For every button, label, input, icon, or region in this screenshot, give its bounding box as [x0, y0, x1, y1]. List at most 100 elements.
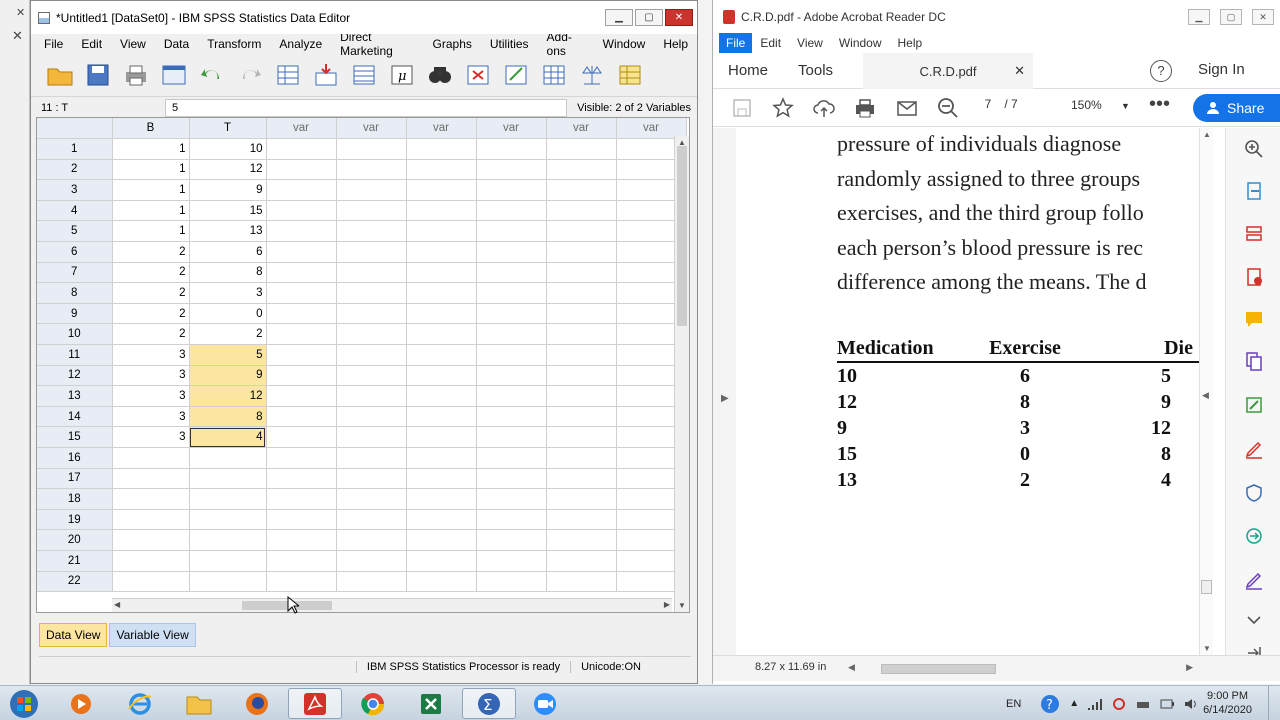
cell-B[interactable]: 1	[112, 179, 190, 201]
menu-file[interactable]: File	[35, 37, 72, 51]
row-number[interactable]: 7	[37, 262, 113, 284]
cell-empty[interactable]	[546, 282, 617, 304]
cell-B[interactable]	[112, 488, 190, 510]
page-number-input[interactable]: 7	[975, 97, 1001, 111]
cell-T[interactable]: 0	[189, 303, 267, 325]
scroll-right-icon[interactable]: ▶	[1186, 662, 1193, 673]
cell-empty[interactable]	[476, 426, 547, 448]
export-pdf-icon[interactable]	[1243, 180, 1265, 202]
cell-empty[interactable]	[266, 529, 337, 551]
cell-T[interactable]: 15	[189, 200, 267, 222]
cell-empty[interactable]	[266, 323, 337, 346]
cell-empty[interactable]	[266, 200, 337, 222]
scroll-down-icon[interactable]: ▼	[678, 601, 686, 610]
cell-empty[interactable]	[476, 179, 547, 201]
cell-empty[interactable]	[266, 571, 337, 593]
cell-T[interactable]: 8	[189, 406, 267, 428]
cell-empty[interactable]	[336, 509, 407, 531]
cell-empty[interactable]	[336, 262, 407, 284]
row-number[interactable]: 16	[37, 447, 113, 469]
cell-empty[interactable]	[266, 303, 337, 325]
cell-empty[interactable]	[406, 241, 477, 263]
cell-B[interactable]: 2	[112, 262, 190, 284]
row-number[interactable]: 11	[37, 344, 113, 366]
cell-empty[interactable]	[476, 571, 547, 593]
cell-T[interactable]: 13	[189, 220, 267, 243]
media-player-app[interactable]	[54, 688, 108, 719]
speaker-icon[interactable]	[1183, 697, 1199, 711]
menu-transform[interactable]: Transform	[198, 37, 270, 51]
dialog-recall-icon[interactable]	[159, 60, 189, 90]
cell-empty[interactable]	[336, 426, 407, 448]
cell-empty[interactable]	[546, 447, 617, 469]
menu-window[interactable]: Window	[831, 36, 890, 50]
scroll-up-icon[interactable]: ▲	[1203, 130, 1211, 139]
scroll-left-icon[interactable]: ◀	[848, 662, 855, 673]
cell-empty[interactable]	[336, 138, 407, 160]
row-number[interactable]: 10	[37, 323, 113, 346]
zoom-dropdown[interactable]: 150% ▼	[1071, 98, 1130, 112]
cell-empty[interactable]	[546, 406, 617, 428]
cell-empty[interactable]	[406, 447, 477, 469]
chrome-app[interactable]	[346, 688, 400, 719]
cell-empty[interactable]	[406, 323, 477, 346]
cell-empty[interactable]	[266, 550, 337, 572]
left-panel-toggle[interactable]: ▶	[713, 128, 736, 655]
cell-T[interactable]: 10	[189, 138, 267, 160]
cell-empty[interactable]	[406, 179, 477, 201]
cell-T[interactable]: 6	[189, 241, 267, 263]
row-number[interactable]: 3	[37, 179, 113, 201]
cell-B[interactable]: 2	[112, 241, 190, 263]
cell-T[interactable]	[189, 447, 267, 469]
cell-empty[interactable]	[406, 509, 477, 531]
cell-T[interactable]: 12	[189, 385, 267, 407]
cell-empty[interactable]	[546, 529, 617, 551]
cell-B[interactable]: 3	[112, 365, 190, 387]
row-number[interactable]: 13	[37, 385, 113, 407]
menu-direct-marketing[interactable]: Direct Marketing	[331, 30, 423, 58]
cell-empty[interactable]	[406, 262, 477, 284]
tab-variable-view[interactable]: Variable View	[109, 623, 196, 647]
cell-empty[interactable]	[336, 323, 407, 346]
bookmark-star-icon[interactable]	[772, 97, 794, 119]
cell-empty[interactable]	[546, 262, 617, 284]
cell-B[interactable]: 3	[112, 426, 190, 448]
scroll-down-icon[interactable]: ▼	[1203, 644, 1211, 653]
cell-empty[interactable]	[266, 159, 337, 181]
row-number[interactable]: 18	[37, 488, 113, 510]
run-descriptives-icon[interactable]: μ	[387, 60, 417, 90]
edit-pdf-icon[interactable]	[1243, 394, 1265, 416]
fill-sign-icon[interactable]	[1243, 438, 1265, 460]
row-number[interactable]: 9	[37, 303, 113, 325]
column-header[interactable]: var	[476, 118, 547, 140]
cell-empty[interactable]	[406, 138, 477, 160]
minimize-button[interactable]: ▁	[605, 9, 633, 26]
cell-empty[interactable]	[476, 385, 547, 407]
cell-T[interactable]	[189, 550, 267, 572]
find-icon[interactable]	[425, 60, 455, 90]
close-button[interactable]: ✕	[665, 9, 693, 26]
cell-empty[interactable]	[476, 241, 547, 263]
weight-cases-icon[interactable]	[577, 60, 607, 90]
help-icon[interactable]: ?	[1150, 60, 1172, 82]
cell-empty[interactable]	[266, 138, 337, 160]
cell-B[interactable]: 1	[112, 159, 190, 181]
cell-empty[interactable]	[476, 509, 547, 531]
close-button[interactable]: ✕	[1252, 9, 1274, 25]
vertical-scrollbar[interactable]: ▲ ▼	[674, 136, 689, 612]
cell-B[interactable]	[112, 529, 190, 551]
nav-tools[interactable]: Tools	[783, 62, 848, 79]
cell-empty[interactable]	[546, 468, 617, 490]
cell-T[interactable]	[189, 571, 267, 593]
row-number[interactable]: 8	[37, 282, 113, 304]
menu-edit[interactable]: Edit	[72, 37, 111, 51]
cell-empty[interactable]	[336, 385, 407, 407]
cell-empty[interactable]	[476, 323, 547, 346]
cell-empty[interactable]	[336, 571, 407, 593]
cell-B[interactable]: 2	[112, 282, 190, 304]
cell-T[interactable]: 12	[189, 159, 267, 181]
column-header[interactable]: B	[112, 118, 190, 140]
cell-empty[interactable]	[336, 406, 407, 428]
maximize-button[interactable]: ▢	[1220, 9, 1242, 25]
cell-empty[interactable]	[266, 406, 337, 428]
